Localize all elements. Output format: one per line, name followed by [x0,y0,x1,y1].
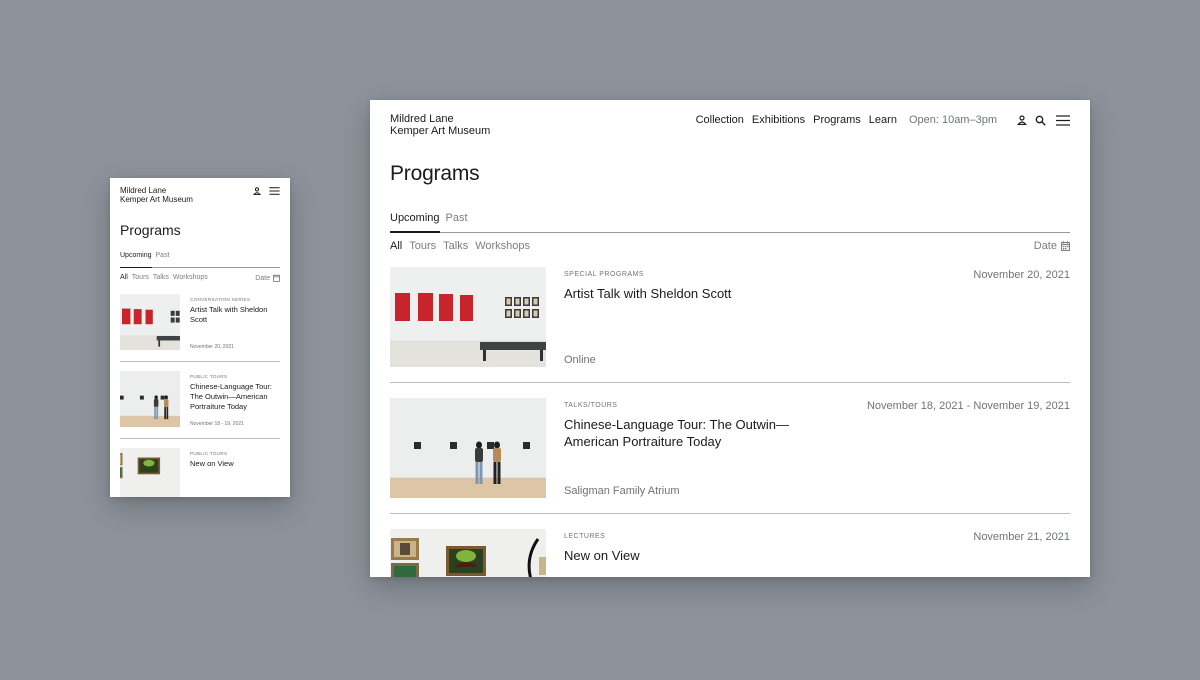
filter-talks[interactable]: Talks [153,274,169,284]
filter-workshops[interactable]: Workshops [475,240,530,254]
museum-logo[interactable]: Mildred Lane Kemper Art Museum [120,186,193,204]
program-image-gallery-visitors [120,371,180,427]
program-image-gallery-visitors [390,398,546,498]
page-title: Programs [120,222,181,238]
main-nav: Collection Exhibitions Programs Learn Op… [696,113,1070,127]
nav-collection[interactable]: Collection [696,114,744,126]
program-card[interactable]: Talks/Tours Chinese-Language Tour: The O… [390,398,1070,514]
mobile-window: Mildred Lane Kemper Art Museum Programs … [110,178,290,497]
user-icon[interactable] [1017,115,1027,125]
filter-workshops[interactable]: Workshops [173,274,208,284]
filter-talks[interactable]: Talks [443,240,468,254]
tab-upcoming[interactable]: Upcoming [120,252,152,268]
calendar-icon [1061,241,1070,251]
date-sort-button[interactable]: Date [255,274,280,282]
nav-programs[interactable]: Programs [813,114,861,126]
program-category: Lectures [564,533,606,540]
date-sort-label: Date [1033,240,1057,252]
program-filters: All Tours Talks Workshops Date [120,274,280,284]
filter-tours[interactable]: Tours [409,240,436,254]
search-icon[interactable] [1035,115,1046,126]
logo-line-1: Mildred Lane [120,186,167,195]
program-card[interactable]: Public Tours Chinese-Language Tour: The … [120,371,280,439]
program-image-gallery-paintings [120,448,180,497]
tab-past[interactable]: Past [156,252,170,267]
nav-exhibitions[interactable]: Exhibitions [752,114,805,126]
program-image-gallery-red-panels [120,294,180,350]
museum-logo[interactable]: Mildred Lane Kemper Art Museum [390,113,490,137]
program-category: Talks/Tours [564,402,618,409]
menu-icon[interactable] [269,187,280,195]
program-date: November 20, 2021 [973,269,1070,281]
program-tabs: Upcoming Past [120,252,280,268]
program-date: November 20, 2021 [190,344,234,350]
program-date: November 18 - 19, 2021 [190,421,244,427]
calendar-icon [273,274,280,282]
program-category: Special Programs [564,271,645,278]
tab-past[interactable]: Past [446,212,468,232]
program-image-gallery-paintings [390,529,546,577]
program-card[interactable]: Special Programs Artist Talk with Sheldo… [390,267,1070,383]
program-filters: All Tours Talks Workshops Date [390,240,1070,254]
user-icon[interactable] [253,187,261,195]
program-title[interactable]: Artist Talk with Sheldon Scott [190,305,280,325]
page-title: Programs [390,162,480,185]
program-date: November 21, 2021 [973,531,1070,543]
program-image-gallery-red-panels [390,267,546,367]
program-title[interactable]: New on View [190,459,280,469]
mobile-header-icons [247,187,280,195]
logo-line-2: Kemper Art Museum [390,125,491,137]
desktop-window: Mildred Lane Kemper Art Museum Collectio… [370,100,1090,577]
program-title[interactable]: New on View [564,547,814,564]
program-card[interactable]: Public Tours New on View [120,448,280,497]
program-location: Online [564,354,596,366]
program-category: Public Tours [190,451,228,456]
program-card[interactable]: Lectures New on View November 21, 2021 [390,529,1070,577]
date-sort-label: Date [255,274,270,282]
program-title[interactable]: Artist Talk with Sheldon Scott [564,285,814,302]
program-date: November 18, 2021 - November 19, 2021 [866,400,1070,412]
program-tabs: Upcoming Past [390,212,1070,233]
program-location: Saligman Family Atrium [564,485,680,497]
program-title[interactable]: Chinese-Language Tour: The Outwin—Americ… [564,416,814,450]
filter-all[interactable]: All [120,274,128,284]
nav-learn[interactable]: Learn [869,114,897,126]
logo-line-2: Kemper Art Museum [120,195,193,204]
program-category: Conversation Series [190,297,251,302]
program-card[interactable]: Conversation Series Artist Talk with She… [120,294,280,362]
site-header: Mildred Lane Kemper Art Museum Collectio… [390,113,1070,143]
opening-hours: Open: 10am–3pm [908,114,997,126]
program-category: Public Tours [190,374,228,379]
tab-upcoming[interactable]: Upcoming [390,212,440,233]
program-title[interactable]: Chinese-Language Tour: The Outwin—Americ… [190,382,280,412]
filter-all[interactable]: All [390,240,402,254]
menu-icon[interactable] [1056,114,1070,126]
date-sort-button[interactable]: Date [1034,240,1070,252]
filter-tours[interactable]: Tours [132,274,149,284]
logo-line-1: Mildred Lane [390,113,454,125]
